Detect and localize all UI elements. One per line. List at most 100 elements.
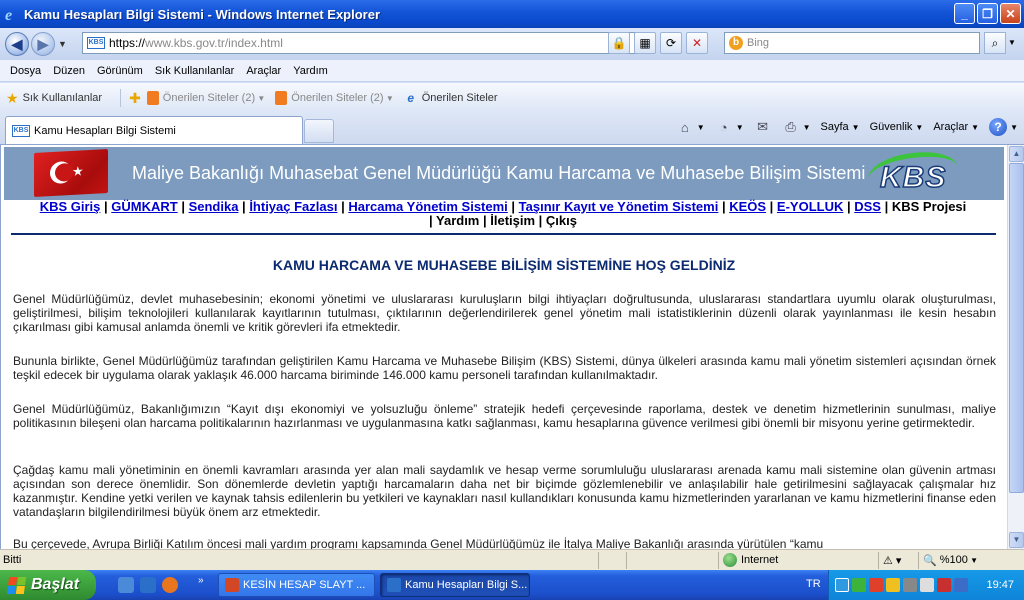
update-icon[interactable] [886, 578, 900, 592]
favorites-button[interactable]: ★ Sık Kullanılanlar [6, 90, 102, 107]
nav-item-kbs-projesi[interactable]: KBS Projesi [892, 199, 966, 214]
scroll-up-icon[interactable]: ▲ [1009, 146, 1024, 162]
safety-menu[interactable]: Güvenlik ▼ [870, 121, 924, 133]
tab-strip: KBS Kamu Hesapları Bilgi Sistemi ⌂ ▼ ◔ ▼ ✉… [0, 113, 1024, 145]
site-navigation: KBS Giriş | GÜMKART | Sendika | İhtiyaç … [39, 199, 967, 228]
paragraph-1: Genel Müdürlüğümüz, devlet muhasebesinin… [13, 292, 996, 334]
url-protocol: https:// [109, 36, 146, 50]
zoom-level: %100 [939, 554, 968, 566]
window-title-bar[interactable]: e Kamu Hesapları Bilgi Sistemi - Windows… [0, 0, 1024, 28]
maximize-button[interactable]: ❐ [977, 3, 998, 24]
address-bar[interactable]: KBS https:// www.kbs.gov.tr/index.html [82, 32, 636, 54]
status-bar: Bitti Internet ⚠ ▾ 🔍 %100 ▼ [0, 549, 1024, 570]
alert-icon[interactable] [937, 578, 951, 592]
bluetooth-icon[interactable] [954, 578, 968, 592]
language-indicator[interactable]: TR [806, 578, 821, 590]
menu-edit[interactable]: Düzen [47, 65, 91, 77]
add-to-favorites-icon[interactable]: ✚ [129, 90, 141, 107]
page-menu[interactable]: Sayfa ▼ [821, 121, 860, 133]
tab-kbs[interactable]: KBS Kamu Hesapları Bilgi Sistemi [5, 116, 303, 144]
security-icon[interactable] [869, 578, 883, 592]
clock[interactable]: 19:47 [986, 579, 1014, 591]
nav-link-tasinir-kayit[interactable]: Taşınır Kayıt ve Yönetim Sistemi [519, 199, 719, 214]
star-icon: ★ [6, 89, 19, 106]
site-favicon-icon: KBS [12, 124, 30, 137]
start-button[interactable]: Başlat [0, 570, 96, 600]
url-path: www.kbs.gov.tr/index.html [145, 36, 283, 50]
menu-file[interactable]: Dosya [4, 65, 47, 77]
suggested-sites-label: Önerilen Siteler [421, 92, 498, 104]
nav-link-gumkart[interactable]: GÜMKART [111, 199, 177, 214]
quick-launch-more-icon[interactable]: » [198, 575, 204, 586]
navigation-bar: ◀ ▶ ▼ KBS https:// www.kbs.gov.tr/index.… [0, 28, 1024, 60]
ie-launch-icon[interactable] [140, 577, 156, 593]
menu-tools[interactable]: Araçlar [240, 65, 287, 77]
mail-icon: ✉ [757, 119, 769, 134]
nav-link-e-yolluk[interactable]: E-YOLLUK [777, 199, 843, 214]
suggested-sites-1[interactable]: Önerilen Siteler (2) ▼ [146, 91, 266, 105]
nav-link-harcama-yonetim[interactable]: Harcama Yönetim Sistemi [348, 199, 507, 214]
nav-link-keos[interactable]: KEÖS [729, 199, 766, 214]
stop-icon[interactable]: ✕ [686, 32, 708, 54]
firefox-icon[interactable] [162, 577, 178, 593]
search-icon[interactable]: ⌕ [984, 32, 1006, 54]
lock-icon[interactable]: 🔒 [608, 32, 630, 54]
web-slice-icon [275, 91, 288, 105]
print-button[interactable]: ⎙ ▼ [782, 119, 810, 135]
new-tab-button[interactable] [304, 119, 334, 143]
minimize-button[interactable]: _ [954, 3, 975, 24]
safety-menu-label: Güvenlik [869, 121, 913, 133]
search-input[interactable]: b Bing [724, 32, 980, 54]
recent-pages-dropdown-icon[interactable]: ▼ [58, 39, 67, 49]
nav-link-sendika[interactable]: Sendika [189, 199, 239, 214]
page-menu-label: Sayfa [820, 121, 849, 133]
taskbar-button-ie[interactable]: Kamu Hesapları Bilgi S... [380, 573, 530, 597]
vertical-scrollbar[interactable]: ▲ ▼ [1007, 145, 1024, 549]
feeds-button[interactable]: ◔ ▼ [715, 119, 744, 135]
taskbar-button-powerpoint[interactable]: KESİN HESAP SLAYT ... [218, 573, 375, 597]
mail-button[interactable]: ✉ [754, 119, 772, 135]
menu-favorites[interactable]: Sık Kullanılanlar [149, 65, 241, 77]
suggested-sites-2[interactable]: Önerilen Siteler (2) ▼ [275, 91, 394, 105]
volume-icon[interactable] [920, 578, 934, 592]
close-button[interactable]: ✕ [1000, 3, 1021, 24]
paragraph-2: Bununla birlikte, Genel Müdürlüğümüz tar… [13, 354, 996, 382]
menu-view[interactable]: Görünüm [91, 65, 149, 77]
page-title: KAMU HARCAMA VE MUHASEBE BİLİŞİM SİSTEMİ… [272, 257, 736, 273]
compatibility-view-icon[interactable]: ▦ [634, 32, 656, 54]
window-title: Kamu Hesapları Bilgi Sistemi - Windows I… [24, 6, 381, 22]
antivirus-icon[interactable] [852, 578, 866, 592]
search-placeholder: Bing [747, 37, 770, 49]
status-cell [598, 551, 626, 569]
help-menu[interactable]: ? ▼ [989, 118, 1018, 136]
nav-item-yardim[interactable]: Yardım [436, 213, 479, 228]
back-button[interactable]: ◀ [5, 32, 29, 56]
kbs-logo: KBS [865, 146, 978, 200]
protected-mode-icon[interactable]: ⚠ ▾ [878, 551, 918, 569]
nav-link-kbs-giris[interactable]: KBS Giriş [40, 199, 101, 214]
scroll-down-icon[interactable]: ▼ [1009, 532, 1024, 548]
show-desktop-icon[interactable] [118, 577, 134, 593]
scrollbar-thumb[interactable] [1009, 163, 1024, 493]
nav-item-cikis[interactable]: Çıkış [546, 213, 577, 228]
menu-help[interactable]: Yardım [287, 65, 334, 77]
ie-icon [387, 578, 401, 592]
nav-link-ihtiyac-fazlasi[interactable]: İhtiyaç Fazlası [249, 199, 337, 214]
command-bar: ⌂ ▼ ◔ ▼ ✉ ⎙ ▼ Sayfa ▼ Güvenlik ▼ Araçlar ▼ ? ▼ [676, 118, 1018, 136]
forward-button[interactable]: ▶ [31, 32, 55, 56]
usb-icon[interactable] [903, 578, 917, 592]
site-banner: ★ Maliye Bakanlığı Muhasebat Genel Müdür… [4, 146, 1004, 200]
ie-page-icon: e [407, 91, 415, 105]
chevron-down-icon: ▼ [255, 93, 266, 103]
nav-link-dss[interactable]: DSS [854, 199, 881, 214]
refresh-icon[interactable]: ⟳ [660, 32, 682, 54]
search-options-dropdown-icon[interactable]: ▼ [1006, 32, 1018, 54]
zoom-control[interactable]: 🔍 %100 ▼ [918, 551, 1008, 569]
tools-menu[interactable]: Araçlar ▼ [933, 121, 979, 133]
home-button[interactable]: ⌂ ▼ [676, 119, 705, 135]
network-icon[interactable] [835, 578, 849, 592]
suggested-sites-3[interactable]: e Önerilen Siteler [404, 91, 498, 105]
tools-menu-label: Araçlar [933, 121, 969, 133]
nav-item-iletisim[interactable]: İletişim [490, 213, 535, 228]
security-zone[interactable]: Internet [718, 551, 878, 569]
